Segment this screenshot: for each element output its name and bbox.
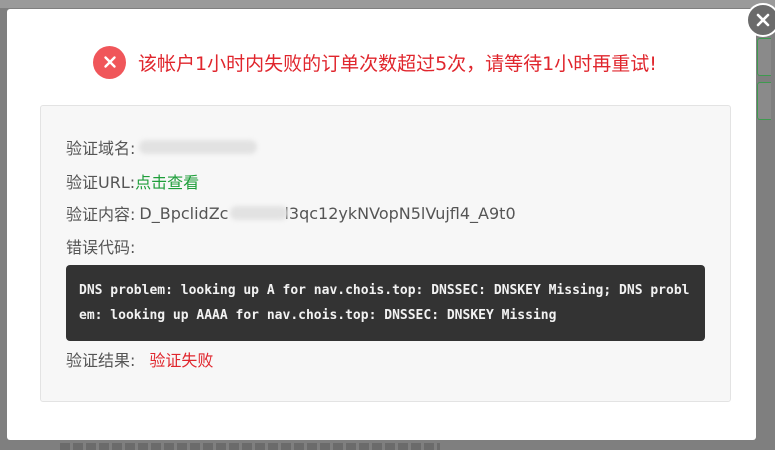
result-value: 验证失败: [149, 351, 214, 370]
redacted-content: [230, 206, 289, 220]
background-page-text: [60, 443, 440, 450]
content-row: 验证内容: D_BpclidZc l3qc12ykNVopN5lVujfl4_A…: [66, 201, 516, 225]
error-dialog: 该帐户1小时内失败的订单次数超过5次，请等待1小时再重试! 验证域名: 验证UR…: [7, 3, 775, 440]
x-circle-icon: [93, 45, 126, 79]
dialog-header: 该帐户1小时内失败的订单次数超过5次，请等待1小时再重试!: [93, 45, 657, 79]
domain-label: 验证域名:: [66, 139, 136, 158]
verification-details-panel: 验证域名: 验证URL: 点击查看 验证内容: D_BpclidZc l3qc1…: [40, 105, 731, 402]
content-label: 验证内容:: [66, 205, 136, 224]
error-code-block: DNS problem: looking up A for nav.chois.…: [66, 265, 705, 341]
error-code-row: 错误代码:: [66, 234, 135, 258]
background-page-header: [0, 0, 775, 8]
content-value-end: l3qc12ykNVopN5lVujfl4_A9t0: [284, 203, 516, 223]
domain-row: 验证域名:: [66, 135, 258, 159]
url-label: 验证URL:: [66, 173, 136, 192]
error-code-label: 错误代码:: [66, 238, 136, 257]
error-message: 该帐户1小时内失败的订单次数超过5次，请等待1小时再重试!: [138, 52, 657, 75]
close-button[interactable]: [746, 3, 775, 37]
view-url-link[interactable]: 点击查看: [135, 169, 199, 193]
close-icon: [756, 13, 770, 27]
result-row: 验证结果: 验证失败: [66, 347, 213, 371]
result-label: 验证结果:: [66, 351, 136, 370]
background-button: [757, 82, 771, 120]
redacted-domain: [139, 140, 258, 154]
url-row: 验证URL: 点击查看: [66, 169, 199, 193]
content-value-start: D_BpclidZc: [139, 203, 229, 223]
background-button: [757, 38, 771, 76]
